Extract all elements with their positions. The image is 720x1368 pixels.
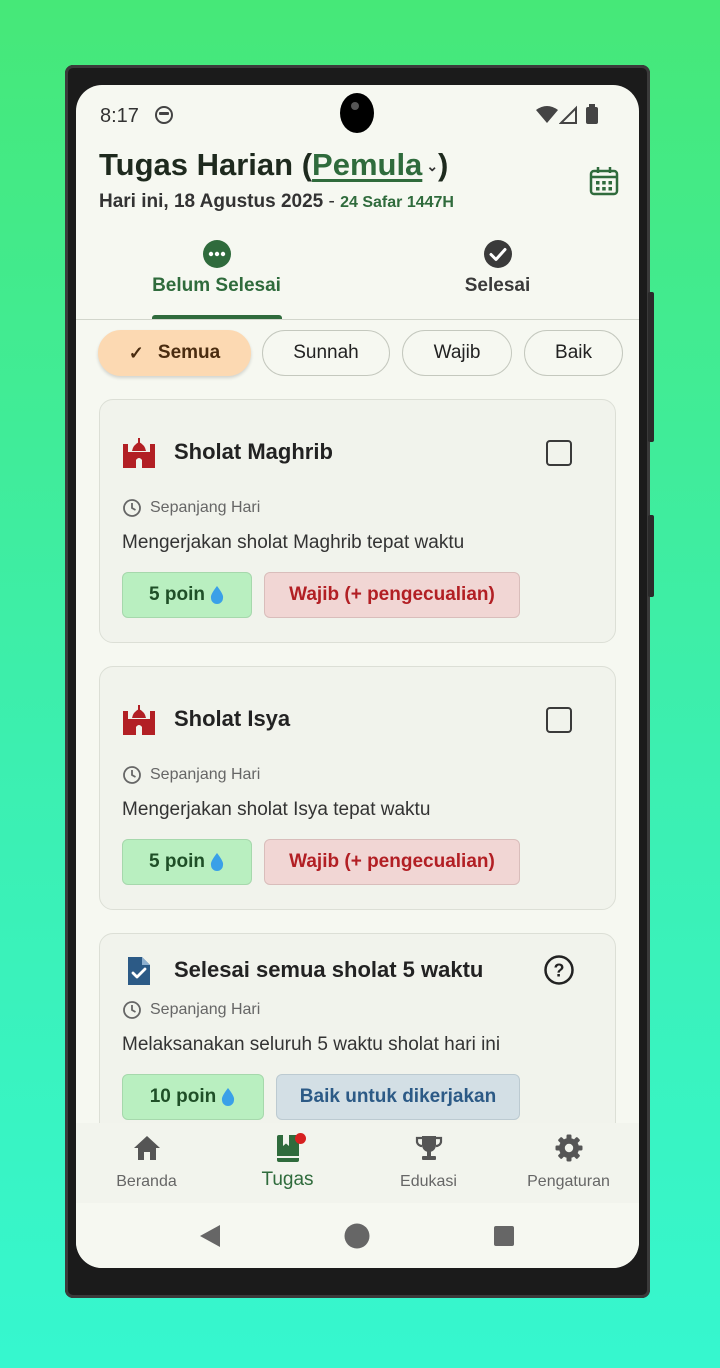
camera-cutout (340, 93, 374, 133)
task-description: Melaksanakan seluruh 5 waktu sholat hari… (122, 1034, 501, 1055)
nav-label: Edukasi (400, 1173, 457, 1190)
water-drop-icon (210, 853, 224, 871)
nav-label: Tugas (261, 1169, 314, 1190)
nav-pengaturan[interactable]: Pengaturan (498, 1123, 639, 1203)
system-navigation-bar (76, 1203, 639, 1268)
water-drop-icon (222, 1088, 235, 1106)
gregorian-date: Hari ini, 18 Agustus 2025 (99, 191, 324, 212)
task-checkbox[interactable] (546, 440, 572, 466)
task-time-label: Sepanjang Hari (150, 499, 261, 516)
gear-icon (555, 1134, 583, 1162)
calendar-icon[interactable] (588, 165, 620, 197)
filter-chip-semua[interactable]: ✓ Semua (98, 330, 251, 376)
points-label: 10 poin (149, 1086, 217, 1107)
nav-label: Beranda (116, 1173, 177, 1190)
page-title: Tugas Harian (Pemula ⌄) (99, 147, 448, 183)
notification-icon (155, 106, 173, 124)
task-card[interactable]: Sholat Maghrib Sepanjang Hari Mengerjaka… (99, 399, 616, 643)
bottom-navigation: Beranda Tugas Edukasi Pengaturan (76, 1123, 639, 1203)
wifi-icon (536, 106, 558, 123)
app-screen: 8:17 Tugas Harian (Pemula ⌄) Hari ini, 18… (76, 85, 639, 1268)
status-bar: 8:17 (76, 85, 639, 145)
notification-badge (295, 1133, 306, 1144)
more-circle-icon (203, 240, 231, 268)
chip-label: Semua (157, 342, 221, 363)
filter-chip-baik[interactable]: Baik (524, 330, 623, 376)
filter-chips: ✓ Semua Sunnah Wajib Baik (76, 329, 639, 379)
category-badge: Baik untuk dikerjakan (276, 1074, 520, 1120)
category-badge: Wajib (+ pengecualian) (264, 839, 520, 885)
task-card[interactable]: Sholat Isya Sepanjang Hari Mengerjakan s… (99, 666, 616, 910)
task-time: Sepanjang Hari (122, 498, 260, 518)
task-document-icon (128, 957, 150, 985)
task-description: Mengerjakan sholat Isya tepat waktu (122, 799, 431, 820)
task-card[interactable]: Selesai semua sholat 5 waktu ? Sepanjang… (99, 933, 616, 1123)
filter-chip-sunnah[interactable]: Sunnah (262, 330, 390, 376)
water-drop-icon (210, 586, 224, 604)
tab-label: Selesai (464, 275, 531, 296)
tab-bar: Belum Selesai Selesai (76, 235, 639, 320)
clock-icon (123, 766, 141, 784)
signal-icon (559, 105, 577, 124)
points-label: 5 poin (149, 851, 205, 872)
nav-beranda[interactable]: Beranda (76, 1123, 217, 1203)
help-icon[interactable]: ? (543, 954, 575, 986)
category-badge: Wajib (+ pengecualian) (264, 572, 520, 618)
mosque-icon (123, 705, 155, 735)
mosque-icon (123, 438, 155, 468)
title-suffix: ) (438, 147, 449, 182)
phone-volume-button (648, 515, 654, 597)
chip-label: Sunnah (293, 342, 359, 363)
clock-icon (123, 1001, 141, 1019)
date-line: Hari ini, 18 Agustus 2025 - 24 Safar 144… (99, 191, 454, 213)
tab-label: Belum Selesai (152, 275, 281, 296)
task-time: Sepanjang Hari (122, 1000, 260, 1020)
level-selector[interactable]: Pemula (312, 147, 422, 182)
nav-label: Pengaturan (527, 1173, 610, 1190)
task-list: Sholat Maghrib Sepanjang Hari Mengerjaka… (76, 397, 639, 1123)
phone-power-button (648, 292, 654, 442)
tab-belum-selesai[interactable]: Belum Selesai (76, 235, 357, 320)
hijri-date: 24 Safar 1447H (340, 194, 454, 211)
points-badge: 5 poin (122, 572, 252, 618)
battery-icon (586, 104, 598, 124)
points-badge: 5 poin (122, 839, 252, 885)
tab-selesai[interactable]: Selesai (357, 235, 638, 320)
task-title: Sholat Isya (174, 706, 291, 731)
status-time: 8:17 (100, 105, 139, 127)
chip-label: Wajib (433, 342, 481, 363)
chevron-down-icon[interactable]: ⌄ (426, 158, 438, 174)
points-label: 5 poin (149, 584, 205, 605)
tab-indicator (152, 315, 282, 319)
task-description: Mengerjakan sholat Maghrib tepat waktu (122, 532, 465, 553)
home-button-icon[interactable] (344, 1223, 370, 1249)
chip-label: Baik (555, 342, 592, 363)
task-title: Sholat Maghrib (174, 439, 333, 464)
clock-icon (123, 499, 141, 517)
task-time-label: Sepanjang Hari (150, 1001, 261, 1018)
task-time-label: Sepanjang Hari (150, 766, 261, 783)
task-time: Sepanjang Hari (122, 765, 260, 785)
nav-edukasi[interactable]: Edukasi (358, 1123, 499, 1203)
title-prefix: Tugas Harian ( (99, 147, 313, 182)
date-separator: - (323, 191, 341, 212)
recents-icon[interactable] (493, 1225, 515, 1247)
back-icon[interactable] (198, 1223, 222, 1249)
check-circle-icon (484, 240, 512, 268)
check-icon: ✓ (128, 342, 144, 363)
points-badge: 10 poin (122, 1074, 264, 1120)
trophy-icon (415, 1136, 443, 1160)
home-icon (134, 1136, 160, 1160)
filter-chip-wajib[interactable]: Wajib (402, 330, 512, 376)
task-checkbox[interactable] (546, 707, 572, 733)
svg-text:?: ? (554, 961, 565, 981)
task-title: Selesai semua sholat 5 waktu (174, 957, 484, 982)
nav-tugas[interactable]: Tugas (217, 1123, 358, 1203)
